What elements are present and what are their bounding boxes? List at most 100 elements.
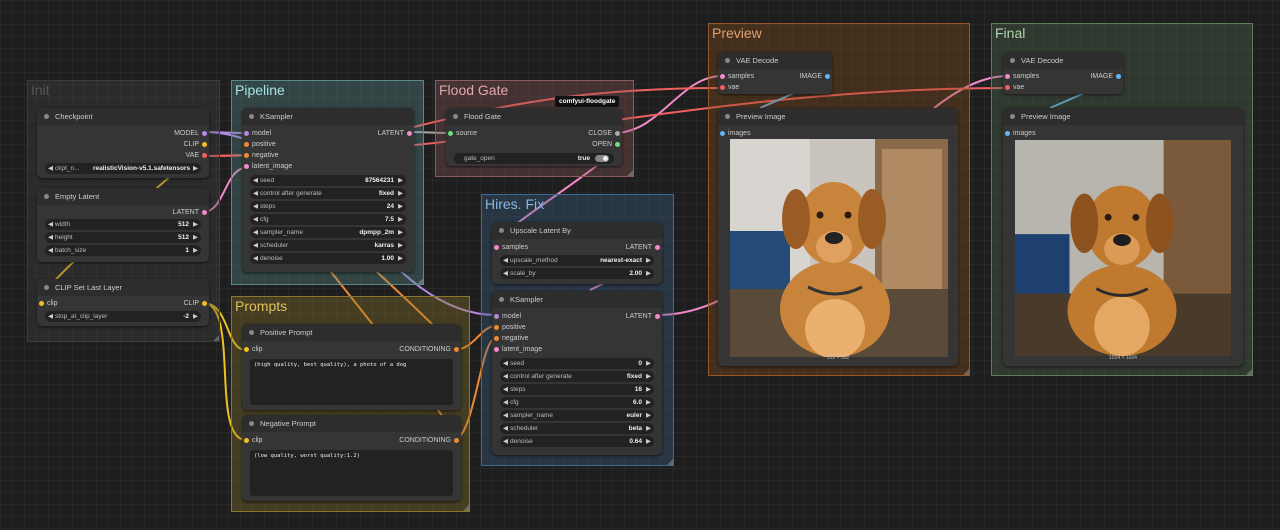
input-source[interactable]: source — [448, 128, 477, 139]
latent-output-dot — [407, 131, 412, 136]
conditioning-output-dot — [454, 347, 459, 352]
floodgate-badge: comfyui-floodgate — [555, 96, 620, 107]
latent-output-dot[interactable] — [202, 210, 207, 215]
clip-output-dot[interactable] — [202, 142, 207, 147]
input-positive[interactable]: positive — [494, 322, 526, 333]
output-clip[interactable]: CLIP — [183, 139, 207, 150]
node-title: KSampler — [492, 291, 662, 308]
node-title: Negative Prompt — [242, 415, 461, 432]
output-vae[interactable]: VAE — [186, 150, 207, 161]
images-input-dot — [720, 131, 725, 136]
input-latent-image[interactable]: latent_image — [244, 161, 292, 172]
stop-at-clip-layer-input[interactable]: ◀ stop_at_clip_layer -2 ▶ — [45, 311, 201, 322]
ksampler-node[interactable]: KSampler model LATENT positive negative … — [242, 108, 414, 272]
input-latent-image[interactable]: latent_image — [494, 344, 542, 355]
scale-by-input[interactable]: ◀ scale_by 2.00 ▶ — [500, 268, 654, 279]
arrow-left-icon[interactable]: ◀ — [48, 163, 53, 174]
latent-input-dot — [494, 347, 499, 352]
group-title: Hires. Fix — [485, 196, 545, 212]
input-samples[interactable]: samples — [494, 242, 528, 253]
ckpt-name-combo[interactable]: ◀ ckpt_n... realisticVision-v5.1.safeten… — [45, 163, 201, 174]
sampler-name-combo[interactable]: ◀ sampler_name euler ▶ — [500, 410, 654, 421]
clip-set-last-layer-node[interactable]: CLIP Set Last Layer clip CLIP ◀ stop_at_c… — [37, 279, 209, 326]
height-input[interactable]: ◀ height 512 ▶ — [45, 232, 201, 243]
output-close[interactable]: CLOSE — [588, 128, 620, 139]
output-image[interactable]: IMAGE — [1090, 71, 1121, 82]
source-input-dot — [448, 131, 453, 136]
upscale-latent-by-node[interactable]: Upscale Latent By samples LATENT ◀ upscal… — [492, 222, 662, 284]
clip-input-dot[interactable] — [39, 301, 44, 306]
negative-prompt-textarea[interactable]: (low quality, worst quality:1.2) — [250, 450, 453, 496]
output-image[interactable]: IMAGE — [799, 71, 830, 82]
gate-open-toggle[interactable]: gate_open true — [454, 153, 614, 164]
model-output-dot[interactable] — [202, 131, 207, 136]
control-after-generate-combo[interactable]: ◀ control after generate fixed ▶ — [250, 188, 406, 199]
input-vae[interactable]: vae — [720, 82, 739, 93]
upscale-method-combo[interactable]: ◀ upscale_method nearest-exact ▶ — [500, 255, 654, 266]
positive-prompt-node[interactable]: Positive Prompt clip CONDITIONING (high … — [242, 324, 461, 410]
control-after-generate-combo[interactable]: ◀ control after generate fixed ▶ — [500, 371, 654, 382]
empty-latent-node[interactable]: Empty Latent LATENT ◀ width 512 ▶ ◀ height 51… — [37, 188, 209, 262]
input-vae[interactable]: vae — [1005, 82, 1024, 93]
output-conditioning[interactable]: CONDITIONING — [399, 344, 459, 355]
group-title: Prompts — [235, 298, 288, 314]
input-negative[interactable]: negative — [494, 333, 528, 344]
checkpoint-node[interactable]: Checkpoint MODEL CLIP VAE ◀ ckpt_n... re… — [37, 108, 209, 178]
preview-image-node[interactable]: Preview Image images 512 × 512 — [718, 108, 958, 366]
negative-prompt-node[interactable]: Negative Prompt clip CONDITIONING (low q… — [242, 415, 461, 501]
output-open[interactable]: OPEN — [592, 139, 620, 150]
negative-input-dot — [244, 153, 249, 158]
samples-input-dot — [1005, 74, 1010, 79]
vae-input-dot — [720, 85, 725, 90]
clip-output-dot[interactable] — [202, 301, 207, 306]
input-clip[interactable]: clip — [244, 344, 263, 355]
seed-input[interactable]: ◀ seed 87564231 ▶ — [250, 175, 406, 186]
node-title: Upscale Latent By — [492, 222, 662, 239]
denoise-input[interactable]: ◀ denoise 1.00 ▶ — [250, 253, 406, 264]
output-latent[interactable]: LATENT — [173, 207, 207, 218]
sampler-name-combo[interactable]: ◀ sampler_name dpmpp_2m ▶ — [250, 227, 406, 238]
denoise-input[interactable]: ◀ denoise 0.64 ▶ — [500, 436, 654, 447]
input-negative[interactable]: negative — [244, 150, 278, 161]
input-clip[interactable]: clip — [244, 435, 263, 446]
input-model[interactable]: model — [244, 128, 271, 139]
input-model[interactable]: model — [494, 311, 521, 322]
input-images[interactable]: images — [1005, 128, 1036, 139]
arrow-right-icon[interactable]: ▶ — [193, 163, 198, 174]
image-output-dot — [825, 74, 830, 79]
scheduler-combo[interactable]: ◀ scheduler beta ▶ — [500, 423, 654, 434]
input-samples[interactable]: samples — [720, 71, 754, 82]
cfg-input[interactable]: ◀ cfg 6.0 ▶ — [500, 397, 654, 408]
steps-input[interactable]: ◀ steps 24 ▶ — [250, 201, 406, 212]
seed-input[interactable]: ◀ seed 0 ▶ — [500, 358, 654, 369]
toggle-icon[interactable] — [595, 155, 609, 162]
dog-preview-image — [730, 139, 948, 357]
positive-prompt-textarea[interactable]: (high quality, best quality), a photo of… — [250, 359, 453, 405]
input-images[interactable]: images — [720, 128, 751, 139]
image-output-dot — [1116, 74, 1121, 79]
input-positive[interactable]: positive — [244, 139, 276, 150]
input-samples[interactable]: samples — [1005, 71, 1039, 82]
output-model[interactable]: MODEL — [174, 128, 207, 139]
output-latent[interactable]: LATENT — [378, 128, 412, 139]
cfg-input[interactable]: ◀ cfg 7.5 ▶ — [250, 214, 406, 225]
width-input[interactable]: ◀ width 512 ▶ — [45, 219, 201, 230]
batch-size-input[interactable]: ◀ batch_size 1 ▶ — [45, 245, 201, 256]
vae-decode-final-node[interactable]: VAE Decode samples IMAGE vae — [1003, 52, 1123, 94]
ksampler-hires-node[interactable]: KSampler model LATENT positive negative … — [492, 291, 662, 455]
output-latent[interactable]: LATENT — [626, 242, 660, 253]
steps-input[interactable]: ◀ steps 16 ▶ — [500, 384, 654, 395]
output-conditioning[interactable]: CONDITIONING — [399, 435, 459, 446]
scheduler-combo[interactable]: ◀ scheduler karras ▶ — [250, 240, 406, 251]
samples-input-dot — [720, 74, 725, 79]
output-latent[interactable]: LATENT — [626, 311, 660, 322]
node-title: KSampler — [242, 108, 414, 125]
vae-output-dot[interactable] — [202, 153, 207, 158]
latent-input-dot — [244, 164, 249, 169]
input-clip[interactable]: clip — [39, 298, 58, 309]
output-clip[interactable]: CLIP — [183, 298, 207, 309]
group-title: Preview — [712, 25, 762, 41]
vae-decode-node[interactable]: VAE Decode samples IMAGE vae — [718, 52, 832, 94]
final-image-node[interactable]: Preview Image images 1024 × 1024 — [1003, 108, 1243, 366]
flood-gate-node[interactable]: Flood Gate source CLOSE OPEN gate_open tr… — [446, 108, 622, 166]
